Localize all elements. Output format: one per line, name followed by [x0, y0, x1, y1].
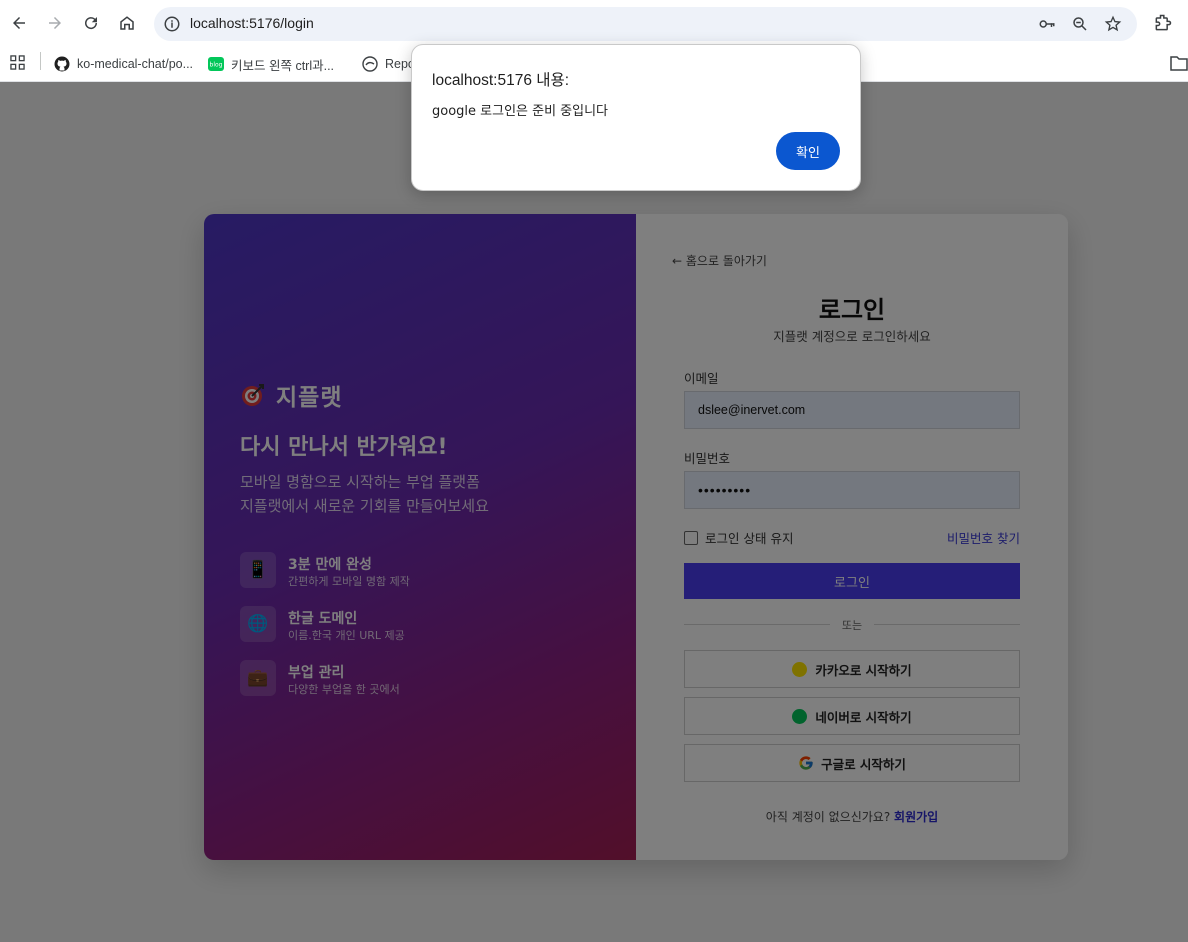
bookmark-label: 키보드 왼쪽 ctrl과... [231, 58, 335, 73]
arrow-left-icon [13, 17, 25, 29]
alert-dialog: localhost:5176 내용: google 로그인은 준비 중입니다 확… [411, 44, 861, 191]
dialog-message: google 로그인은 준비 중입니다 [432, 104, 609, 119]
info-icon[interactable] [163, 15, 181, 33]
modal-overlay [0, 82, 1188, 942]
key-icon[interactable] [1038, 15, 1056, 33]
folder-icon[interactable] [1170, 55, 1188, 71]
zoom-icon[interactable] [1071, 15, 1089, 33]
blog-icon: blog [208, 56, 224, 72]
browser-toolbar: localhost:5176/login [0, 0, 1188, 46]
address-bar[interactable]: localhost:5176/login [154, 7, 1137, 41]
extensions-icon[interactable] [1153, 13, 1173, 33]
dialog-title: localhost:5176 내용: [432, 72, 570, 89]
repo-icon [362, 56, 378, 72]
home-button[interactable] [114, 10, 140, 36]
bookmark-keyboard-ctrl[interactable]: blog 키보드 왼쪽 ctrl과... [208, 53, 334, 75]
star-icon[interactable] [1104, 15, 1122, 33]
bookmark-ko-medical-chat[interactable]: ko-medical-chat/po... [54, 53, 193, 75]
url-text[interactable]: localhost:5176/login [190, 15, 314, 31]
reload-icon [85, 17, 98, 30]
reload-button[interactable] [78, 10, 104, 36]
back-button[interactable] [6, 10, 32, 36]
svg-text:blog: blog [210, 62, 223, 69]
github-icon [54, 56, 70, 72]
home-icon [120, 16, 134, 30]
forward-button[interactable] [42, 10, 68, 36]
bookmark-label: ko-medical-chat/po... [77, 57, 194, 71]
arrow-right-icon [49, 17, 61, 29]
page-viewport: 지플랫 다시 만나서 반가워요! 모바일 명함으로 시작하는 부업 플랫폼 지플… [0, 82, 1188, 942]
bookmark-repo[interactable]: Repo [362, 53, 415, 75]
dialog-ok-button[interactable]: 확인 [776, 132, 840, 170]
apps-grid-icon[interactable] [10, 55, 25, 70]
bookmark-separator [40, 52, 41, 70]
